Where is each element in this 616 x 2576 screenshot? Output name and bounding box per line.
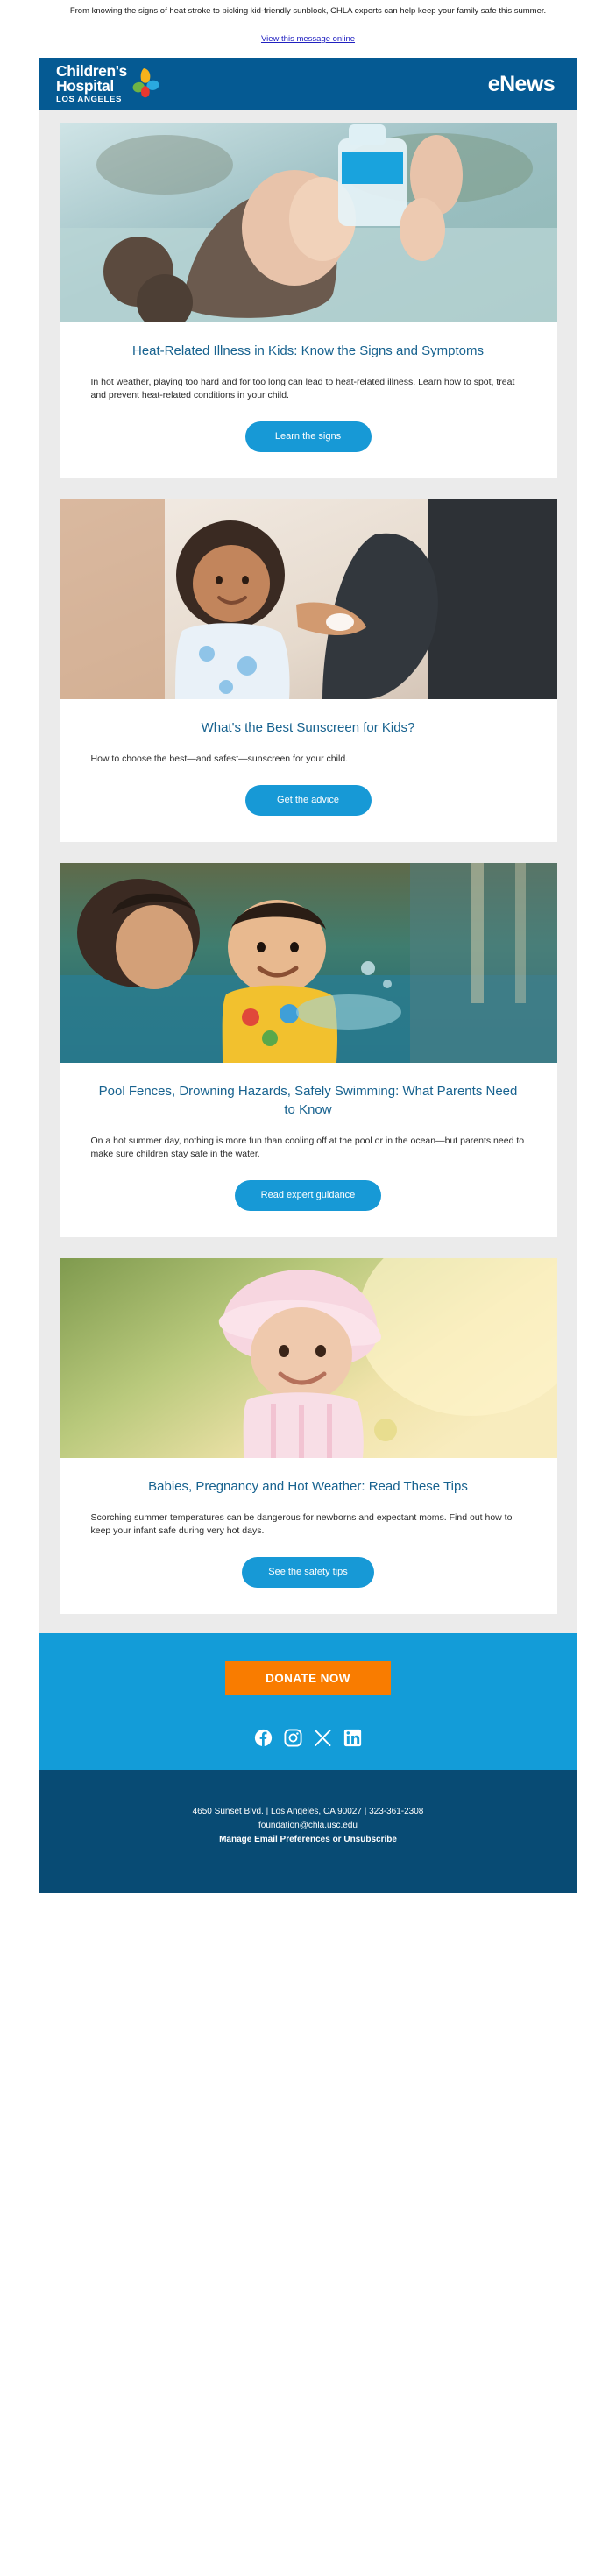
article-card[interactable]: Babies, Pregnancy and Hot Weather: Read … [59,1258,557,1614]
enews-title: eNews [487,71,556,96]
article-body: Babies, Pregnancy and Hot Weather: Read … [60,1458,557,1614]
preheader-text: From knowing the signs of heat stroke to… [69,6,547,16]
article-card[interactable]: What's the Best Sunscreen for Kids? How … [59,499,557,842]
article-body: Pool Fences, Drowning Hazards, Safely Sw… [60,1063,557,1237]
article-title[interactable]: What's the Best Sunscreen for Kids? [89,718,527,737]
article-cta-button[interactable]: See the safety tips [242,1557,374,1588]
email-inner: Children's Hospital LOS ANGELES eNews He… [39,58,577,1893]
view-message-online-link[interactable]: View this message online [261,34,355,44]
article-body: Heat-Related Illness in Kids: Know the S… [60,322,557,478]
manage-preferences-link[interactable]: Manage Email Preferences or Unsubscribe [219,1835,397,1844]
logo-line-los-angeles: LOS ANGELES [56,94,123,104]
article-cta-button[interactable]: Learn the signs [244,421,372,452]
article-body: What's the Best Sunscreen for Kids? How … [60,699,557,842]
logo-wordmark: Children's Hospital LOS ANGELES [56,61,127,105]
article-image-heat-illness[interactable] [59,123,557,322]
footer: 4650 Sunset Blvd. | Los Angeles, CA 9002… [39,1770,577,1893]
article-cta-button[interactable]: Get the advice [244,785,372,816]
masthead: Children's Hospital LOS ANGELES eNews [39,58,577,110]
donate-now-button[interactable]: DONATE NOW [225,1661,391,1695]
donate-band: DONATE NOW [39,1633,577,1770]
facebook-icon[interactable] [254,1729,273,1747]
social-links [39,1729,577,1747]
logo-line-childrens: Children's [56,61,127,80]
article-title[interactable]: Heat-Related Illness in Kids: Know the S… [89,342,527,360]
article-title[interactable]: Babies, Pregnancy and Hot Weather: Read … [89,1477,527,1496]
view-online-wrapper: View this message online [0,30,616,46]
article-description: On a hot summer day, nothing is more fun… [90,1136,525,1159]
x-twitter-icon[interactable] [314,1729,332,1747]
article-card[interactable]: Heat-Related Illness in Kids: Know the S… [59,123,557,478]
footer-address: 4650 Sunset Blvd. | Los Angeles, CA 9002… [192,1807,424,1816]
article-description: How to choose the best—and safest—sunscr… [90,754,349,764]
logo-line-hospital: Hospital [56,76,114,95]
instagram-icon[interactable] [284,1729,302,1747]
footer-email-wrapper: foundation@chla.usc.edu [56,1819,560,1833]
article-description: In hot weather, playing too hard and for… [90,377,515,400]
article-image-sunscreen[interactable] [59,499,557,699]
footer-email-link[interactable]: foundation@chla.usc.edu [258,1821,358,1830]
preheader: From knowing the signs of heat stroke to… [0,0,616,17]
email-frame: Children's Hospital LOS ANGELES eNews He… [0,58,616,1893]
butterfly-logo-icon [132,68,159,98]
chla-logo[interactable]: Children's Hospital LOS ANGELES [56,61,160,105]
article-cta-button[interactable]: Read expert guidance [234,1180,382,1211]
article-image-baby-hot-weather[interactable] [59,1258,557,1458]
linkedin-icon[interactable] [343,1729,362,1747]
content-area: Heat-Related Illness in Kids: Know the S… [39,110,577,1633]
article-description: Scorching summer temperatures can be dan… [90,1512,513,1536]
article-image-pool-safety[interactable] [59,863,557,1063]
article-card[interactable]: Pool Fences, Drowning Hazards, Safely Sw… [59,863,557,1237]
article-title[interactable]: Pool Fences, Drowning Hazards, Safely Sw… [89,1082,527,1119]
footer-manage-wrapper: Manage Email Preferences or Unsubscribe [56,1833,560,1847]
